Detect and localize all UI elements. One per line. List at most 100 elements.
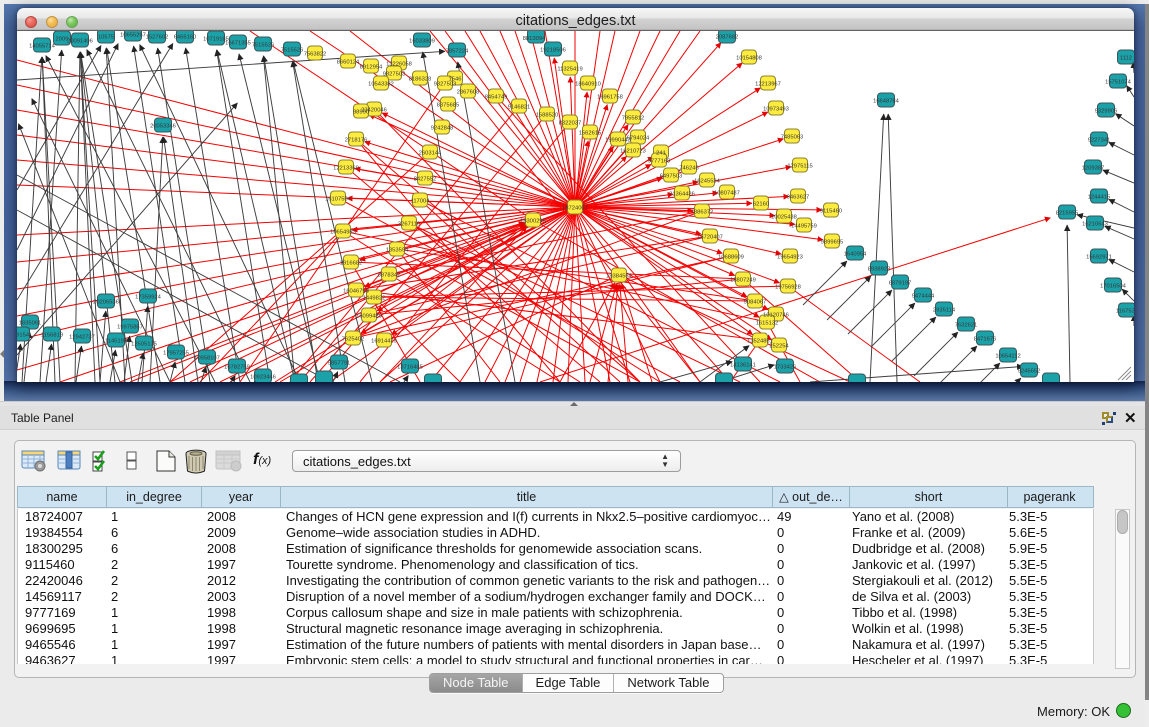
svg-text:252254: 252254 — [769, 344, 789, 350]
svg-text:10120746: 10120746 — [763, 313, 789, 319]
svg-text:18640910: 18640910 — [575, 82, 601, 88]
svg-text:16782759: 16782759 — [224, 365, 250, 371]
svg-text:9474444: 9474444 — [912, 294, 935, 300]
svg-text:19654923: 19654923 — [777, 255, 803, 261]
svg-text:8938923: 8938923 — [868, 267, 891, 273]
svg-text:241: 241 — [656, 151, 666, 157]
svg-text:7857224: 7857224 — [446, 49, 469, 55]
svg-text:15751074: 15751074 — [1105, 80, 1132, 86]
svg-text:39154: 39154 — [17, 333, 30, 339]
svg-text:16648784: 16648784 — [873, 99, 900, 105]
svg-text:12942737: 12942737 — [69, 335, 95, 341]
svg-text:9146821: 9146821 — [508, 105, 531, 111]
svg-text:9242848: 9242848 — [431, 126, 454, 132]
svg-text:14495759: 14495759 — [791, 224, 817, 230]
svg-text:10973493: 10973493 — [763, 107, 789, 113]
svg-text:1145193: 1145193 — [105, 339, 127, 345]
svg-text:10958107: 10958107 — [194, 356, 220, 362]
svg-text:2935114: 2935114 — [933, 308, 956, 314]
svg-text:1167533: 1167533 — [1116, 309, 1134, 315]
svg-text:9463627: 9463627 — [787, 195, 810, 201]
svg-text:2087682: 2087682 — [716, 35, 739, 41]
svg-text:8375685: 8375685 — [437, 103, 460, 109]
svg-text:1733426: 1733426 — [774, 365, 797, 371]
svg-text:1244415: 1244415 — [1088, 195, 1111, 201]
svg-text:7632621: 7632621 — [955, 323, 978, 329]
svg-text:117004: 117004 — [411, 199, 431, 205]
svg-text:8813094: 8813094 — [523, 36, 546, 42]
svg-text:17359924: 17359924 — [135, 295, 162, 301]
svg-text:746246: 746246 — [679, 166, 698, 172]
svg-text:16210723: 16210723 — [620, 149, 646, 155]
svg-text:2603144: 2603144 — [419, 151, 442, 157]
svg-text:9899695: 9899695 — [821, 240, 844, 246]
svg-text:18807249: 18807249 — [730, 278, 756, 284]
svg-text:20053346: 20053346 — [150, 124, 176, 130]
svg-text:1209387: 1209387 — [1082, 166, 1105, 172]
svg-text:8660124: 8660124 — [337, 60, 360, 66]
svg-text:16107554: 16107554 — [325, 197, 352, 203]
svg-text:15692971: 15692971 — [1086, 255, 1112, 261]
svg-text:6794024: 6794024 — [627, 136, 650, 142]
svg-text:13226058: 13226058 — [386, 62, 412, 68]
svg-text:7485063: 7485063 — [781, 135, 804, 141]
svg-text:20206536: 20206536 — [93, 300, 119, 306]
svg-text:98990: 98990 — [353, 110, 369, 116]
svg-text:11325419: 11325419 — [557, 67, 582, 73]
svg-text:9245652: 9245652 — [1018, 369, 1041, 375]
svg-text:12975115: 12975115 — [787, 164, 812, 170]
svg-text:16033809: 16033809 — [409, 39, 435, 45]
svg-text:1916682: 1916682 — [340, 261, 363, 267]
svg-text:17016504: 17016504 — [1100, 284, 1127, 290]
svg-text:10575: 10575 — [98, 35, 114, 41]
svg-text:9084067: 9084067 — [744, 300, 767, 306]
svg-text:1615132: 1615132 — [756, 321, 779, 327]
svg-text:16914479: 16914479 — [371, 339, 397, 345]
svg-text:62160: 62160 — [753, 202, 769, 208]
svg-text:13716485: 13716485 — [397, 365, 423, 371]
svg-text:1835061: 1835061 — [19, 321, 42, 327]
svg-text:1562615: 1562615 — [579, 131, 602, 137]
svg-text:1353594: 1353594 — [386, 248, 409, 254]
svg-text:1449822: 1449822 — [363, 296, 386, 302]
svg-text:9777169: 9777169 — [648, 159, 671, 165]
svg-text:3267110: 3267110 — [398, 222, 420, 228]
svg-text:10807487: 10807487 — [714, 191, 740, 197]
svg-text:7625402: 7625402 — [342, 337, 365, 343]
svg-text:2718176: 2718176 — [345, 138, 368, 144]
svg-text:8878342: 8878342 — [378, 273, 401, 279]
svg-text:16245534: 16245534 — [694, 179, 721, 185]
svg-text:8471676: 8471676 — [974, 337, 997, 343]
svg-text:10654983: 10654983 — [330, 230, 356, 236]
svg-text:8186328: 8186328 — [409, 77, 432, 83]
svg-text:21364436: 21364436 — [669, 192, 695, 198]
svg-text:10154808: 10154808 — [736, 56, 762, 62]
svg-text:9857791: 9857791 — [328, 361, 351, 367]
svg-text:7563822: 7563822 — [304, 52, 327, 58]
svg-text:6466160: 6466160 — [174, 35, 197, 41]
svg-text:1588520: 1588520 — [536, 113, 559, 119]
svg-text:16099489: 16099489 — [356, 314, 382, 320]
svg-text:8322037: 8322037 — [559, 121, 582, 127]
svg-text:7515526: 7515526 — [281, 48, 304, 54]
svg-text:1156819: 1156819 — [41, 333, 63, 339]
svg-text:7515526: 7515526 — [252, 43, 275, 49]
svg-text:19218506: 19218506 — [540, 48, 566, 54]
svg-text:10655267: 10655267 — [120, 33, 146, 39]
svg-text:16961758: 16961758 — [597, 95, 623, 101]
svg-text:1527602: 1527602 — [146, 35, 169, 41]
svg-text:20091406: 20091406 — [67, 39, 93, 45]
svg-text:16046798: 16046798 — [343, 289, 369, 295]
svg-text:8427552: 8427552 — [414, 177, 437, 183]
svg-text:9329906: 9329906 — [1095, 109, 1118, 115]
svg-text:7955812: 7955812 — [622, 116, 645, 122]
svg-text:10543382: 10543382 — [368, 82, 394, 88]
svg-text:8454749: 8454749 — [485, 95, 508, 101]
svg-text:16210643: 16210643 — [1082, 222, 1108, 228]
svg-text:12213967: 12213967 — [755, 82, 781, 88]
svg-text:9115460: 9115460 — [820, 209, 842, 215]
svg-text:10654112: 10654112 — [995, 354, 1020, 360]
svg-text:9227341: 9227341 — [1088, 138, 1111, 144]
svg-text:8912954: 8912954 — [360, 65, 383, 71]
svg-text:16671355: 16671355 — [225, 41, 251, 47]
